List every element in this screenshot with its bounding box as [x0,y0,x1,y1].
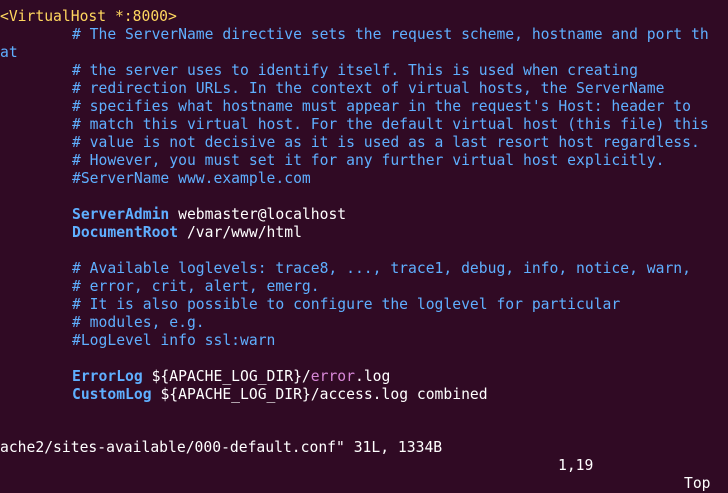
error-log-ext: .log [354,368,391,385]
line-comment: # However, you must set it for any furth… [72,152,665,169]
server-admin-value: webmaster@localhost [178,206,347,223]
line-comment: # the server uses to identify itself. Th… [72,62,638,79]
error-log-dir: ${APACHE_LOG_DIR}/ [151,368,311,385]
line-error-log: ErrorLog ${APACHE_LOG_DIR}/error.log [0,368,728,386]
line-comment: #LogLevel info ssl:warn [72,332,276,349]
vim-editor-buffer[interactable]: <VirtualHost *:8000> # The ServerName di… [0,8,728,404]
cursor-position: 1,19 [558,457,594,474]
line-comment: # The ServerName directive sets the requ… [72,26,709,43]
directive-document-root: DocumentRoot [72,224,179,241]
line-comment: #ServerName www.example.com [72,170,311,187]
line-server-admin: ServerAdmin webmaster@localhost [0,206,728,224]
line-comment: # specifies what hostname must appear in… [72,98,691,115]
vim-status-line: ache2/sites-available/000-default.conf" … [0,421,728,492]
status-file-info: ache2/sites-available/000-default.conf" … [0,439,443,456]
vhost-open-tag: <VirtualHost *:8000> [0,8,177,25]
line-comment-wrap: at [0,44,18,61]
line-comment: # redirection URLs. In the context of vi… [72,80,665,97]
line-document-root: DocumentRoot /var/www/html [0,224,728,242]
error-log-word: error [310,368,355,385]
line-comment: # error, crit, alert, emerg. [72,278,320,295]
custom-log-value: ${APACHE_LOG_DIR}/access.log combined [160,386,488,403]
line-comment: # modules, e.g. [72,314,205,331]
line-comment: # It is also possible to configure the l… [72,296,621,313]
line-comment: # Available loglevels: trace8, ..., trac… [72,260,691,277]
line-comment: # match this virtual host. For the defau… [72,116,709,133]
document-root-value: /var/www/html [186,224,302,241]
line-comment: # value is not decisive as it is used as… [72,134,700,151]
line-custom-log: CustomLog ${APACHE_LOG_DIR}/access.log c… [0,386,728,404]
scroll-position: Top [684,475,711,492]
directive-server-admin: ServerAdmin [72,206,170,223]
directive-error-log: ErrorLog [72,368,143,385]
line-vhost-open: <VirtualHost *:8000> [0,8,728,26]
directive-custom-log: CustomLog [72,386,152,403]
